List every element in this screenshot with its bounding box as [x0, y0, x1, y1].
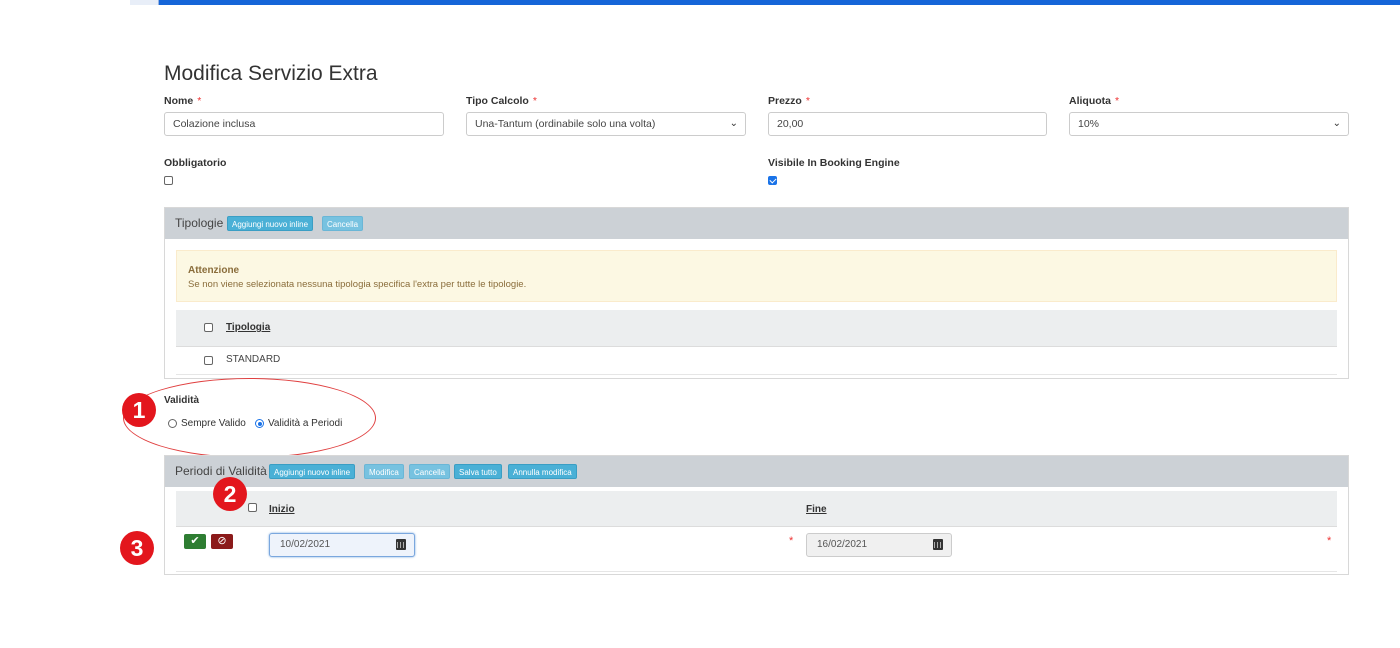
select-all-periodi-checkbox[interactable] — [248, 503, 257, 512]
table-row: ✔ ⊘ 10/02/2021 * 16/02/2021 * — [176, 527, 1337, 572]
warning-alert: Attenzione Se non viene selezionata ness… — [176, 250, 1337, 302]
validita-periodi-label[interactable]: Validità a Periodi — [268, 418, 342, 429]
calendar-icon[interactable] — [396, 539, 406, 550]
nome-input[interactable]: Colazione inclusa — [164, 112, 444, 136]
annotation-marker-3: 3 — [120, 531, 154, 565]
obbligatorio-checkbox[interactable] — [164, 176, 173, 185]
fine-column-header[interactable]: Fine — [806, 504, 827, 515]
sempre-valido-radio[interactable] — [168, 419, 177, 428]
fine-date-input[interactable]: 16/02/2021 — [806, 533, 952, 557]
periodi-delete-button[interactable]: Cancella — [409, 464, 451, 479]
tipologie-add-inline-button[interactable]: Aggiungi nuovo inline — [227, 216, 314, 231]
table-row: STANDARD — [176, 347, 1337, 375]
obbligatorio-label: Obbligatorio — [164, 157, 227, 169]
validita-periodi-radio[interactable] — [255, 419, 264, 428]
aliquota-label: Aliquota * — [1069, 95, 1120, 107]
aliquota-select[interactable]: 10% ⌄ — [1069, 112, 1349, 136]
tipologia-column-header[interactable]: Tipologia — [226, 322, 270, 333]
tipo-calcolo-label: Tipo Calcolo * — [466, 95, 537, 107]
alert-title: Attenzione — [188, 265, 240, 276]
tipo-calcolo-select[interactable]: Una-Tantum (ordinabile solo una volta) ⌄ — [466, 112, 746, 136]
tipologia-name: STANDARD — [226, 354, 281, 365]
ban-icon[interactable]: ⊘ — [211, 534, 233, 549]
periodi-add-inline-button[interactable]: Aggiungi nuovo inline — [269, 464, 356, 479]
tipologie-table-header: Tipologia — [176, 310, 1337, 347]
inizio-column-header[interactable]: Inizio — [269, 504, 295, 515]
prezzo-input[interactable]: 20,00 — [768, 112, 1047, 136]
periodi-panel: Periodi di Validità Aggiungi nuovo inlin… — [164, 455, 1349, 575]
cancel-edit-button[interactable]: Annulla modifica — [508, 464, 577, 479]
periodi-title: Periodi di Validità — [175, 464, 267, 478]
page-title: Modifica Servizio Extra — [164, 62, 378, 85]
top-bar-tab[interactable] — [130, 0, 159, 5]
tipologia-row-checkbox[interactable] — [204, 356, 213, 365]
nome-label: Nome * — [164, 95, 202, 107]
annotation-marker-2: 2 — [213, 477, 247, 511]
select-all-tipologie-checkbox[interactable] — [204, 323, 213, 332]
tipologie-panel: Tipologie Aggiungi nuovo inline Cancella… — [164, 207, 1349, 379]
alert-text: Se non viene selezionata nessuna tipolog… — [188, 279, 527, 290]
calendar-icon[interactable] — [933, 539, 943, 550]
chevron-down-icon: ⌄ — [729, 118, 738, 129]
periodi-edit-button[interactable]: Modifica — [364, 464, 404, 479]
fine-required-marker: * — [1327, 535, 1332, 547]
inizio-date-input[interactable]: 10/02/2021 — [269, 533, 415, 557]
prezzo-label: Prezzo * — [768, 95, 810, 107]
chevron-down-icon: ⌄ — [1332, 118, 1341, 129]
save-all-button[interactable]: Salva tutto — [454, 464, 502, 479]
annotation-marker-1: 1 — [122, 393, 156, 427]
tipologie-panel-header: Tipologie Aggiungi nuovo inline Cancella — [165, 208, 1348, 239]
top-accent-bar — [130, 0, 1400, 5]
inizio-required-marker: * — [789, 535, 794, 547]
check-icon[interactable]: ✔ — [184, 534, 206, 549]
periodi-table-header: Inizio Fine — [176, 491, 1337, 527]
tipologie-title: Tipologie — [175, 216, 224, 230]
visibile-checkbox[interactable] — [768, 176, 777, 185]
validita-label: Validità — [164, 395, 200, 406]
sempre-valido-label[interactable]: Sempre Valido — [181, 418, 246, 429]
visibile-label: Visibile In Booking Engine — [768, 157, 900, 169]
periodi-panel-header: Periodi di Validità Aggiungi nuovo inlin… — [165, 456, 1348, 487]
tipologie-delete-button[interactable]: Cancella — [322, 216, 364, 231]
